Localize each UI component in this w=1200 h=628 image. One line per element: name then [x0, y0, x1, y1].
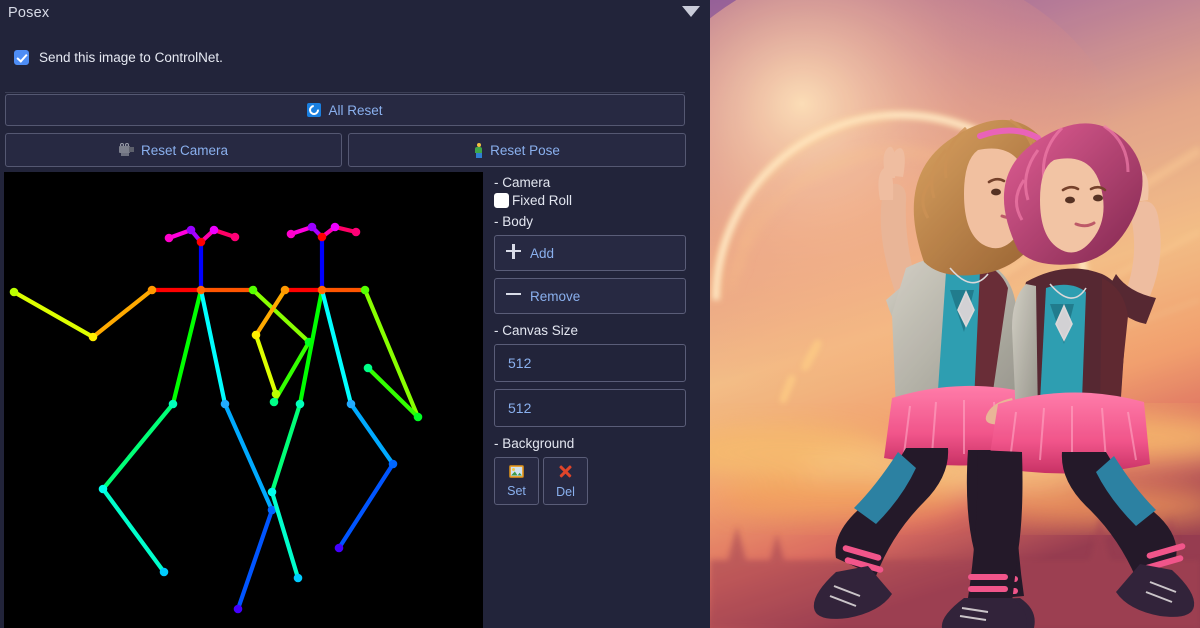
- joint-l_hip[interactable]: [220, 399, 230, 409]
- joint-l_wrist[interactable]: [363, 363, 373, 373]
- limb-neck-r_hip: [297, 287, 325, 407]
- joint-l_shoulder[interactable]: [248, 285, 258, 295]
- background-section-label: - Background: [494, 436, 575, 451]
- skeleton-left[interactable]: [9, 225, 314, 614]
- joint-r_eye[interactable]: [307, 222, 317, 232]
- minus-icon: [506, 287, 521, 305]
- limb-r_elbow-r_wrist: [11, 289, 96, 340]
- limb-neck-r_hip: [170, 287, 204, 407]
- limb-neck-l_hip: [198, 287, 228, 407]
- joint-l_knee[interactable]: [388, 459, 398, 469]
- background-set-button[interactable]: Set: [494, 457, 539, 505]
- limb-r_shoulder-r_elbow: [90, 287, 155, 340]
- joint-r_ear[interactable]: [286, 229, 296, 239]
- joint-l_ankle[interactable]: [233, 604, 243, 614]
- body-section-label: - Body: [494, 214, 534, 229]
- canvas-size-section-label: - Canvas Size: [494, 323, 579, 338]
- send-to-controlnet-row[interactable]: Send this image to ControlNet.: [14, 46, 223, 68]
- joint-l_ear[interactable]: [351, 227, 361, 237]
- joint-r_knee[interactable]: [267, 487, 277, 497]
- accordion-header[interactable]: Posex: [0, 0, 710, 28]
- limb-r_hip-r_knee: [100, 401, 176, 492]
- joint-r_knee[interactable]: [98, 484, 108, 494]
- background-del-button[interactable]: Del: [543, 457, 588, 505]
- plus-icon: [506, 244, 521, 262]
- joint-l_ear[interactable]: [230, 232, 240, 242]
- joint-r_elbow[interactable]: [88, 332, 98, 342]
- send-to-controlnet-label: Send this image to ControlNet.: [39, 49, 223, 65]
- openpose-skeletons[interactable]: [4, 172, 483, 628]
- joint-r_hip[interactable]: [295, 399, 305, 409]
- standing-person-icon: [474, 142, 483, 158]
- limb-l_knee-l_ankle: [235, 507, 275, 612]
- posex-extension-root: Posex Send this image to ControlNet. All…: [0, 0, 1200, 628]
- reset-camera-label: Reset Camera: [140, 142, 229, 158]
- generated-artwork: [710, 0, 1200, 628]
- limb-l_hip-l_knee: [222, 401, 275, 513]
- limb-l_elbow-l_wrist: [365, 365, 421, 420]
- all-reset-button[interactable]: All Reset: [5, 94, 685, 126]
- joint-r_ear[interactable]: [164, 233, 174, 243]
- joint-r_elbow[interactable]: [251, 330, 261, 340]
- joint-l_ankle[interactable]: [334, 543, 344, 553]
- send-to-controlnet-checkbox[interactable]: [14, 49, 29, 65]
- limb-r_hip-r_knee: [269, 401, 303, 495]
- joint-r_hip[interactable]: [168, 399, 178, 409]
- reload-icon: [307, 102, 322, 118]
- limb-l_knee-l_ankle: [336, 461, 396, 551]
- joint-r_ankle[interactable]: [293, 573, 303, 583]
- background-buttons: Set Del: [494, 457, 690, 505]
- joint-l_shoulder[interactable]: [360, 285, 370, 295]
- limb-r_knee-r_ankle: [100, 486, 167, 575]
- joint-r_eye[interactable]: [186, 225, 196, 235]
- chevron-down-icon[interactable]: [682, 6, 700, 17]
- add-body-button[interactable]: Add: [494, 235, 686, 271]
- reset-pose-label: Reset Pose: [490, 142, 560, 158]
- joint-l_eye[interactable]: [209, 225, 219, 235]
- joint-r_wrist[interactable]: [9, 287, 19, 297]
- limb-l_hip-l_knee: [348, 401, 396, 467]
- divider: [5, 92, 685, 93]
- red-x-icon: [558, 464, 573, 482]
- canvas-width-input[interactable]: 512: [494, 344, 686, 382]
- fixed-roll-checkbox[interactable]: [494, 193, 509, 208]
- joint-neck[interactable]: [317, 285, 327, 295]
- camera-section-label: - Camera: [494, 175, 551, 190]
- reset-camera-button[interactable]: Reset Camera: [5, 133, 342, 167]
- canvas-height-input[interactable]: 512: [494, 389, 686, 427]
- page-title: Posex: [8, 5, 50, 21]
- joint-l_hip[interactable]: [346, 399, 356, 409]
- limb-r_knee-r_ankle: [269, 489, 301, 581]
- limb-neck-l_hip: [319, 287, 354, 407]
- joint-r_ankle[interactable]: [159, 567, 169, 577]
- remove-body-button[interactable]: Remove: [494, 278, 686, 314]
- fixed-roll-row[interactable]: Fixed Roll: [494, 193, 690, 208]
- image-icon: [509, 464, 524, 481]
- joint-l_eye[interactable]: [330, 222, 340, 232]
- limb-r_elbow-r_wrist: [253, 332, 279, 397]
- posex-panel: Posex Send this image to ControlNet. All…: [0, 0, 710, 628]
- limb-l_shoulder-l_elbow: [362, 287, 421, 420]
- all-reset-label: All Reset: [328, 102, 383, 118]
- pose-canvas[interactable]: [4, 172, 483, 628]
- generated-image-preview[interactable]: [710, 0, 1200, 628]
- reset-pose-button[interactable]: Reset Pose: [348, 133, 686, 167]
- background-set-label: Set: [507, 483, 526, 498]
- joint-r_shoulder[interactable]: [147, 285, 157, 295]
- joint-l_elbow[interactable]: [413, 412, 423, 422]
- add-body-label: Add: [530, 245, 555, 261]
- joint-neck[interactable]: [196, 285, 206, 295]
- background-del-label: Del: [556, 484, 575, 499]
- fixed-roll-label: Fixed Roll: [512, 193, 573, 208]
- pose-controls: - Camera Fixed Roll - Body Add Remove - …: [494, 175, 690, 505]
- joint-l_wrist[interactable]: [269, 397, 279, 407]
- joint-nose[interactable]: [317, 232, 327, 242]
- remove-body-label: Remove: [530, 288, 581, 304]
- joint-r_shoulder[interactable]: [280, 285, 290, 295]
- joint-nose[interactable]: [196, 237, 206, 247]
- movie-camera-icon: [118, 143, 134, 157]
- joint-r_wrist[interactable]: [271, 389, 281, 399]
